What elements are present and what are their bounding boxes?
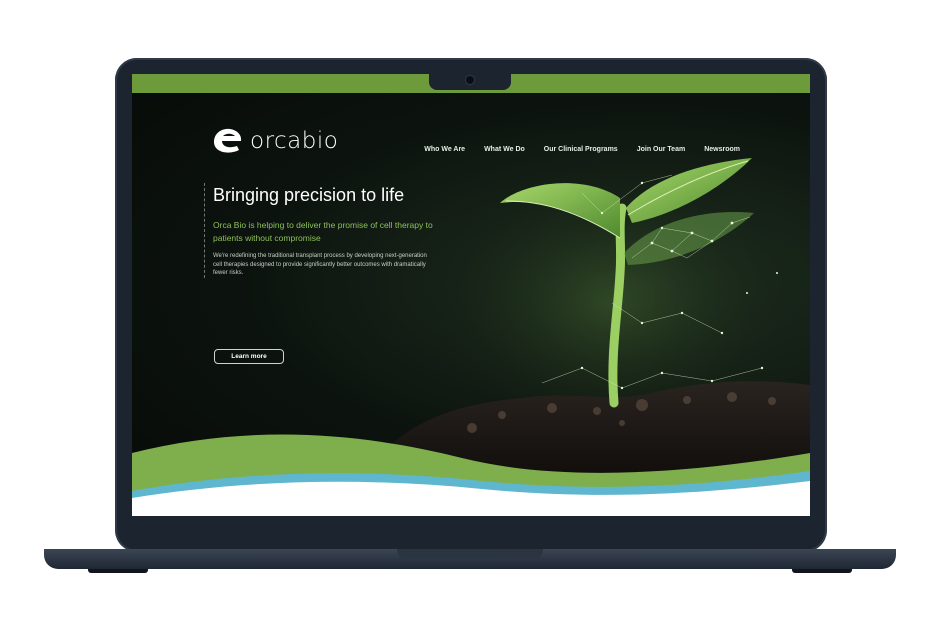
hero-text-block: Bringing precision to life Orca Bio is h… <box>204 183 433 278</box>
orcabio-logo[interactable]: orcabio <box>210 126 338 156</box>
logo-text-accent: bio <box>301 128 339 154</box>
nav-item-newsroom[interactable]: Newsroom <box>704 146 740 153</box>
orca-logo-mark-icon <box>214 128 242 153</box>
camera-icon <box>466 76 474 84</box>
nav-item-join-our-team[interactable]: Join Our Team <box>637 146 686 153</box>
laptop-hinge <box>397 549 543 558</box>
nav-item-who-we-are[interactable]: Who We Are <box>424 146 465 153</box>
laptop-foot-left <box>88 569 148 573</box>
hero-headline: Bringing precision to life <box>213 185 405 205</box>
learn-more-button[interactable]: Learn more <box>214 349 284 364</box>
logo-text-main: orca <box>250 128 302 154</box>
laptop-screen: orcabio Who We Are What We Do Our Clinic… <box>132 74 810 516</box>
decorative-wave <box>132 434 810 516</box>
hero-section: orcabio Who We Are What We Do Our Clinic… <box>132 93 810 516</box>
hero-body: We're redefining the traditional transpl… <box>213 253 427 276</box>
nav-item-what-we-do[interactable]: What We Do <box>484 146 525 153</box>
main-nav: Who We Are What We Do Our Clinical Progr… <box>424 146 740 153</box>
logo-wordmark: orcabio <box>250 128 338 154</box>
hero-subheadline: Orca Bio is helping to deliver the promi… <box>213 220 433 243</box>
camera-notch <box>429 74 511 90</box>
nav-item-clinical-programs[interactable]: Our Clinical Programs <box>544 146 618 153</box>
laptop-foot-right <box>792 569 852 573</box>
